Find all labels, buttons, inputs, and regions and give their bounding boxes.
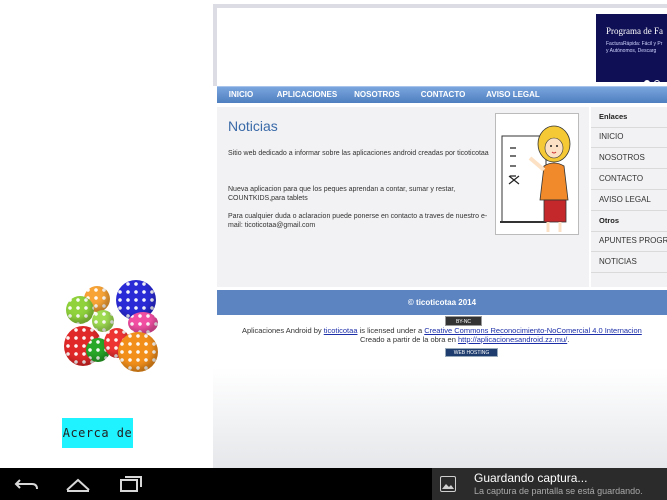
- sidebar-heading-others: Otros: [591, 211, 667, 232]
- license-text: Aplicaciones Android by ticoticotaa is l…: [242, 326, 642, 344]
- banner-pager[interactable]: [644, 73, 664, 82]
- sidebar-item-inicio[interactable]: INICIO: [591, 127, 667, 148]
- pager-dot-active[interactable]: [644, 80, 650, 82]
- main-nav: INICIO APLICACIONES NOSOTROS CONTACTO AV…: [217, 86, 667, 103]
- nav-contacto[interactable]: CONTACTO: [415, 87, 471, 103]
- contact-paragraph: Para cualquier duda o aclaracion puede p…: [228, 213, 488, 229]
- hosting-badge[interactable]: WEB HOSTING: [445, 348, 498, 357]
- banner-subtitle: FacturaRápida: Fácil y Pr y Autónomos, D…: [606, 41, 663, 54]
- source-link[interactable]: http://aplicacionesandroid.zz.mu/: [458, 335, 567, 344]
- screen: Acerca de Programa de Fa FacturaRápida: …: [0, 0, 667, 500]
- screenshot-notification[interactable]: Guardando captura... La captura de panta…: [432, 468, 667, 500]
- nav-aplicaciones[interactable]: APLICACIONES: [271, 87, 343, 103]
- sidebar-item-noticias[interactable]: NOTICIAS: [591, 252, 667, 273]
- sidebar-item-contacto[interactable]: CONTACTO: [591, 169, 667, 190]
- banner-title: Programa de Fa: [606, 26, 663, 36]
- intro-paragraph: Sitio web dedicado a informar sobre las …: [228, 150, 489, 157]
- ad-banner[interactable]: Programa de Fa FacturaRápida: Fácil y Pr…: [596, 14, 667, 82]
- page-title: Noticias: [228, 118, 278, 134]
- app-left-pane: Acerca de: [0, 0, 213, 468]
- sidebar-item-aviso-legal[interactable]: AVISO LEGAL: [591, 190, 667, 211]
- sidebar-item-nosotros[interactable]: NOSOTROS: [591, 148, 667, 169]
- nav-nosotros[interactable]: NOSOTROS: [349, 87, 405, 103]
- notification-title: Guardando captura...: [474, 471, 588, 485]
- sidebar-item-apuntes[interactable]: APUNTES PROGR: [591, 231, 667, 252]
- back-icon[interactable]: [14, 474, 40, 498]
- sidebar: Enlaces INICIO NOSOTROS CONTACTO AVISO L…: [591, 107, 667, 287]
- license-link[interactable]: Creative Commons Reconocimiento-NoComerc…: [424, 326, 642, 335]
- cc-license-badge[interactable]: BY-NC: [445, 316, 482, 326]
- footer-bar: © ticoticotaa 2014: [217, 290, 667, 315]
- author-link[interactable]: ticoticotaa: [324, 326, 358, 335]
- nav-inicio[interactable]: INICIO: [221, 87, 261, 103]
- teacher-illustration: [495, 113, 579, 235]
- news-paragraph: Nueva aplicacion para que los peques apr…: [228, 186, 456, 202]
- image-icon: [440, 476, 456, 492]
- webview[interactable]: Programa de Fa FacturaRápida: Fácil y Pr…: [213, 0, 667, 468]
- main-content: Noticias Sitio web dedicado a informar s…: [217, 107, 589, 287]
- recent-apps-icon[interactable]: [118, 474, 144, 498]
- pager-dot[interactable]: [654, 80, 660, 82]
- notification-text: La captura de pantalla se está guardando…: [474, 486, 643, 496]
- balloons-image: [62, 278, 162, 376]
- about-button[interactable]: Acerca de: [62, 418, 133, 448]
- sidebar-heading-links: Enlaces: [591, 107, 667, 128]
- page-background: [213, 368, 667, 468]
- nav-aviso-legal[interactable]: AVISO LEGAL: [481, 87, 545, 103]
- home-icon[interactable]: [64, 474, 92, 498]
